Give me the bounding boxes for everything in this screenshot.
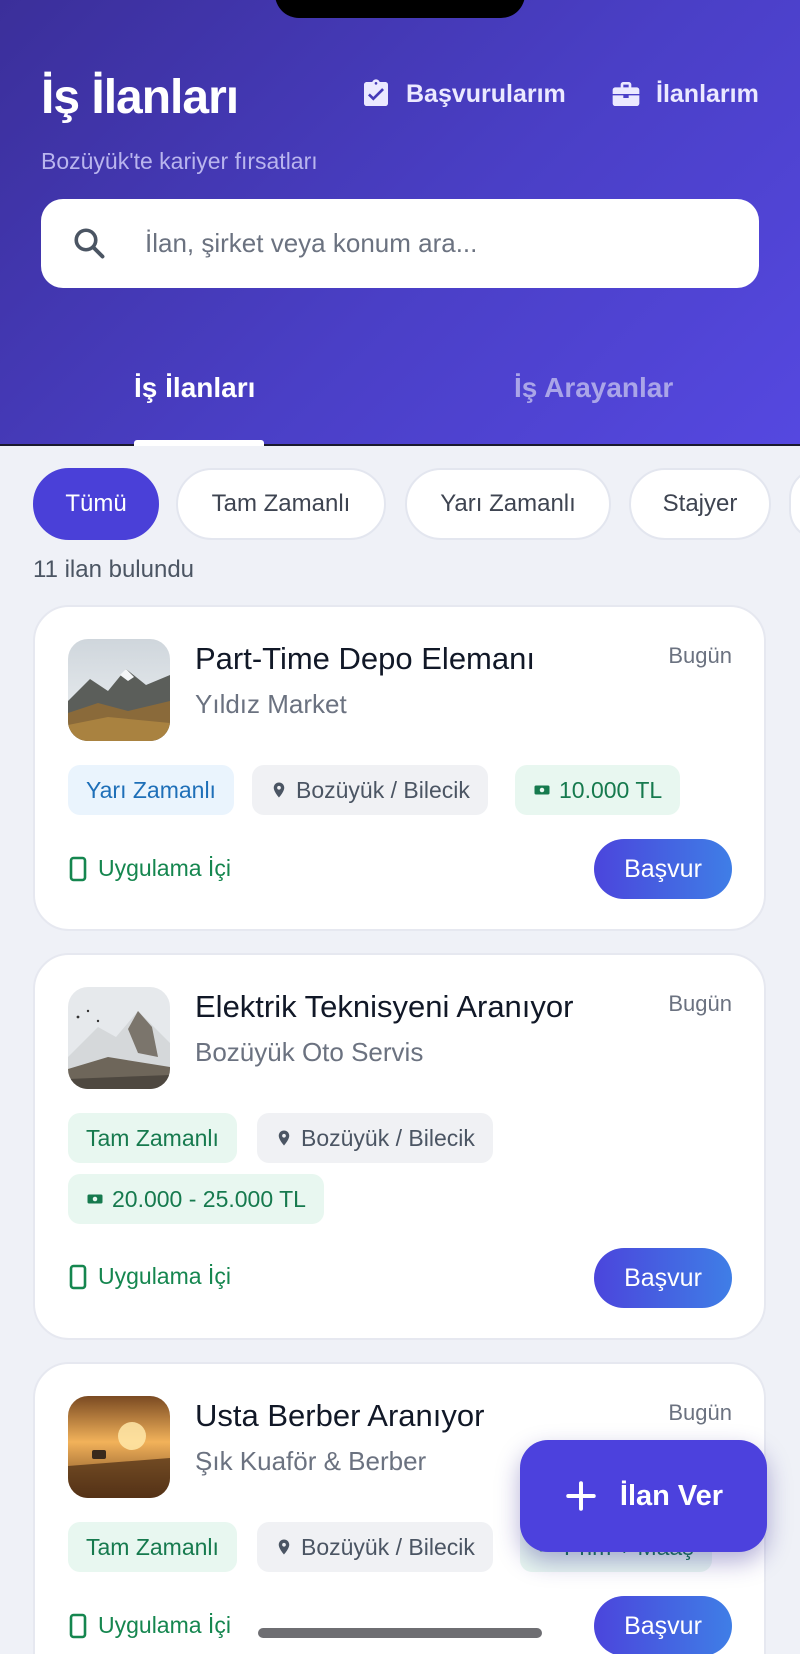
job-title: Elektrik Teknisyeni Aranıyor <box>195 989 574 1024</box>
job-type-label: Tam Zamanlı <box>86 1533 219 1560</box>
page-subtitle: Bozüyük'te kariyer fırsatları <box>41 148 318 174</box>
my-applications-link[interactable]: Başvurularım <box>360 78 566 110</box>
posted-date: Bugün <box>668 1400 732 1425</box>
location-label: Bozüyük / Bilecik <box>301 1124 475 1151</box>
job-thumbnail <box>68 639 170 741</box>
location-pin-icon <box>278 1539 290 1555</box>
filter-chip-full-time[interactable]: Tam Zamanlı <box>176 468 386 540</box>
application-source-label: Uygulama İçi <box>98 855 231 881</box>
location-badge: Bozüyük / Bilecik <box>252 765 488 815</box>
my-listings-label: İlanlarım <box>656 79 759 108</box>
apply-button[interactable]: Başvur <box>594 1248 732 1308</box>
location-pin-icon <box>278 1130 290 1146</box>
salary-badge: 10.000 TL <box>515 765 681 815</box>
apply-button[interactable]: Başvur <box>594 839 732 899</box>
filter-chip-all[interactable]: Tümü <box>33 468 159 540</box>
home-indicator[interactable] <box>258 1628 542 1638</box>
application-source: Uygulama İçi <box>68 1263 231 1290</box>
job-type-label: Yarı Zamanlı <box>86 776 216 803</box>
tab-job-seekers[interactable]: İş Arayanlar <box>514 372 673 404</box>
post-job-label: İlan Ver <box>619 1479 724 1512</box>
job-card[interactable]: Elektrik Teknisyeni Aranıyor Bozüyük Oto… <box>33 953 766 1340</box>
salary-label: 10.000 TL <box>559 776 663 803</box>
page-title: İş İlanları <box>41 71 239 124</box>
tab-job-listings[interactable]: İş İlanları <box>134 372 255 404</box>
company-name: Bozüyük Oto Servis <box>195 1037 424 1067</box>
result-count: 11 ilan bulundu <box>33 556 195 583</box>
posted-date: Bugün <box>668 643 732 668</box>
location-badge: Bozüyük / Bilecik <box>257 1522 493 1572</box>
active-tab-indicator <box>134 440 264 446</box>
my-applications-label: Başvurularım <box>406 79 566 108</box>
job-type-label: Tam Zamanlı <box>86 1124 219 1151</box>
smartphone-icon <box>69 856 87 881</box>
application-source-label: Uygulama İçi <box>98 1263 231 1289</box>
filter-chips: Tümü Tam Zamanlı Yarı Zamanlı Stajyer <box>33 468 800 540</box>
filter-chip-intern[interactable]: Stajyer <box>629 468 771 540</box>
job-title: Usta Berber Aranıyor <box>195 1398 485 1433</box>
search-icon <box>74 228 105 259</box>
job-type-badge: Yarı Zamanlı <box>68 765 234 815</box>
my-listings-link[interactable]: İlanlarım <box>610 78 759 110</box>
location-label: Bozüyük / Bilecik <box>301 1533 475 1560</box>
company-name: Şık Kuaför & Berber <box>195 1446 427 1476</box>
location-badge: Bozüyük / Bilecik <box>257 1113 493 1163</box>
apply-button[interactable]: Başvur <box>594 1596 732 1654</box>
app-header: İş İlanları Bozüyük'te kariyer fırsatlar… <box>0 0 800 446</box>
application-source: Uygulama İçi <box>68 855 231 882</box>
job-type-badge: Tam Zamanlı <box>68 1113 237 1163</box>
plus-icon <box>566 1481 596 1511</box>
money-icon <box>87 1194 103 1204</box>
application-source: Uygulama İçi <box>68 1612 231 1639</box>
company-name: Yıldız Market <box>195 689 347 719</box>
briefcase-icon <box>612 82 640 106</box>
post-job-fab[interactable]: İlan Ver <box>520 1440 767 1552</box>
search-bar <box>41 199 759 288</box>
search-input[interactable] <box>145 199 735 288</box>
posted-date: Bugün <box>668 991 732 1016</box>
money-icon <box>534 785 550 795</box>
smartphone-icon <box>69 1613 87 1638</box>
location-pin-icon <box>273 782 285 798</box>
job-card[interactable]: Part-Time Depo Elemanı Yıldız Market Bug… <box>33 605 766 931</box>
smartphone-icon <box>69 1264 87 1289</box>
job-thumbnail <box>68 987 170 1089</box>
job-title: Part-Time Depo Elemanı <box>195 641 535 676</box>
salary-label: 20.000 - 25.000 TL <box>112 1185 306 1212</box>
location-label: Bozüyük / Bilecik <box>296 776 470 803</box>
salary-badge: 20.000 - 25.000 TL <box>68 1174 324 1224</box>
device-notch <box>275 0 525 18</box>
filter-chip-more[interactable] <box>789 468 800 540</box>
filter-chip-part-time[interactable]: Yarı Zamanlı <box>405 468 611 540</box>
application-source-label: Uygulama İçi <box>98 1612 231 1638</box>
job-thumbnail <box>68 1396 170 1498</box>
clipboard-check-icon <box>364 79 388 106</box>
job-type-badge: Tam Zamanlı <box>68 1522 237 1572</box>
